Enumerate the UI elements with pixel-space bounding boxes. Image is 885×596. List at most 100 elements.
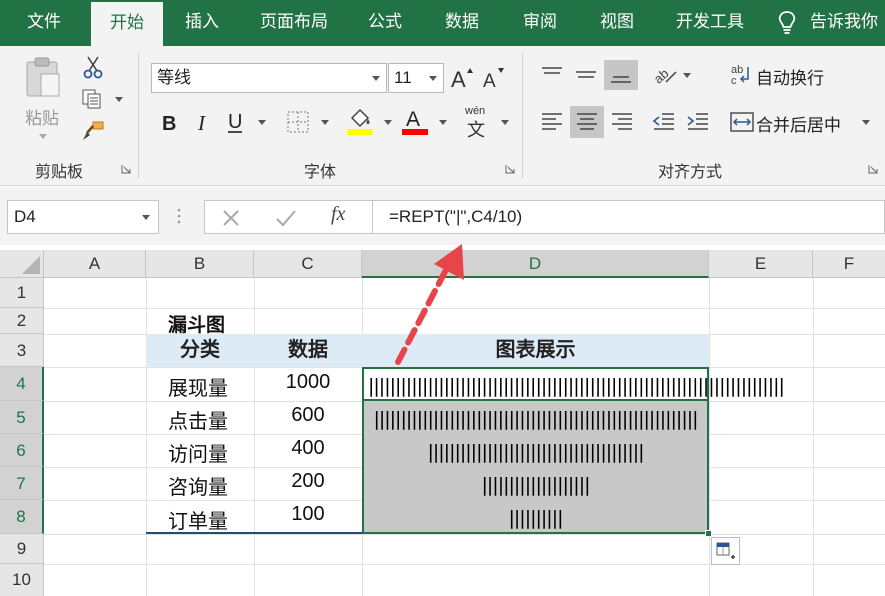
tab-page-layout[interactable]: 页面布局 <box>242 0 346 46</box>
increase-font-size-button[interactable]: A <box>449 63 475 93</box>
column-header-e[interactable]: E <box>709 250 813 278</box>
value-cell[interactable]: 100 <box>254 503 362 526</box>
copy-icon <box>82 89 101 109</box>
row-header-1[interactable]: 1 <box>0 278 44 308</box>
align-bottom-icon <box>611 76 631 83</box>
header-category[interactable]: 分类 <box>146 334 254 367</box>
row-header-2[interactable]: 2 <box>0 308 44 334</box>
increase-indent-icon <box>687 113 708 130</box>
row-header-7[interactable]: 7 <box>0 467 44 500</box>
row-header-5[interactable]: 5 <box>0 401 44 434</box>
dialog-launcher-icon[interactable] <box>121 164 131 174</box>
value-cell[interactable]: 1000 <box>254 371 362 394</box>
quick-analysis-button[interactable] <box>711 537 740 565</box>
column-header-b[interactable]: B <box>146 250 254 278</box>
borders-button[interactable] <box>284 107 332 137</box>
value-cell[interactable]: 600 <box>254 404 362 427</box>
increase-indent-button[interactable] <box>682 106 714 138</box>
gridline <box>44 534 885 535</box>
decrease-font-size-button[interactable]: A <box>481 63 507 93</box>
gridline <box>44 564 885 565</box>
copy-button[interactable] <box>79 86 125 112</box>
tab-home[interactable]: 开始 <box>91 2 163 46</box>
paste-button[interactable]: 粘贴 <box>14 54 72 150</box>
funnel-bar-cell[interactable]: |||||||||| <box>362 506 709 530</box>
dialog-launcher-icon[interactable] <box>505 164 515 174</box>
fill-color-button[interactable] <box>345 105 395 139</box>
svg-text:ab: ab <box>652 66 671 86</box>
column-header-f[interactable]: F <box>813 250 885 278</box>
align-top-button[interactable] <box>536 60 568 90</box>
formula-input[interactable]: =REPT("|",C4/10) <box>372 200 885 234</box>
font-size-value: 11 <box>394 68 412 87</box>
tab-data[interactable]: 数据 <box>426 0 498 46</box>
row-header-3[interactable]: 3 <box>0 334 44 367</box>
row-header-4[interactable]: 4 <box>0 367 44 401</box>
value-cell[interactable]: 400 <box>254 437 362 460</box>
fill-handle[interactable] <box>705 530 712 537</box>
align-center-button[interactable] <box>570 106 604 138</box>
ribbon-home: 粘贴 剪贴板 等线 11 A A B I U A wén 文 字体 ab ab … <box>0 46 885 186</box>
tell-me-search[interactable]: 告诉我你 <box>776 0 885 46</box>
chevron-down-icon <box>142 215 150 220</box>
align-right-button[interactable] <box>606 106 638 138</box>
align-middle-icon <box>576 71 596 78</box>
category-cell[interactable]: 展现量 <box>168 372 228 401</box>
row-header-6[interactable]: 6 <box>0 434 44 467</box>
underline-button[interactable]: U <box>222 107 268 137</box>
tab-formulas[interactable]: 公式 <box>350 0 420 46</box>
format-painter-button[interactable] <box>79 118 107 144</box>
wrap-text-label: 自动换行 <box>756 69 824 88</box>
merge-center-label: 合并后居中 <box>756 116 841 135</box>
decrease-indent-button[interactable] <box>648 106 680 138</box>
table-bottom-border <box>146 532 362 534</box>
category-cell[interactable]: 咨询量 <box>168 471 228 500</box>
merge-center-button[interactable]: 合并后居中 <box>728 106 876 138</box>
category-cell[interactable]: 访问量 <box>168 438 228 467</box>
paste-label: 粘贴 <box>25 109 59 128</box>
funnel-bar-cell[interactable]: |||||||||||||||||||| <box>362 473 709 497</box>
font-size-select[interactable]: 11 <box>388 63 444 93</box>
wrap-text-button[interactable]: ab c 自动换行 <box>728 60 838 90</box>
dialog-launcher-icon[interactable] <box>868 164 878 174</box>
bold-button[interactable]: B <box>156 107 182 137</box>
align-top-icon <box>542 67 562 74</box>
tab-review[interactable]: 审阅 <box>504 0 576 46</box>
chevron-down-icon <box>429 76 437 81</box>
orientation-button[interactable]: ab <box>650 60 696 90</box>
funnel-bar-cell[interactable]: |||||||||||||||||||||||||||||||||||||||| <box>362 440 709 464</box>
enter-check-icon[interactable] <box>275 208 297 228</box>
header-data[interactable]: 数据 <box>254 334 362 367</box>
value-cell[interactable]: 200 <box>254 470 362 493</box>
phonetic-guide-button[interactable]: wén 文 <box>459 103 515 141</box>
funnel-bar-cell[interactable]: ||||||||||||||||||||||||||||||||||||||||… <box>368 374 785 398</box>
tab-insert[interactable]: 插入 <box>166 0 238 46</box>
align-left-button[interactable] <box>536 106 568 138</box>
tab-view[interactable]: 视图 <box>582 0 652 46</box>
align-middle-button[interactable] <box>570 60 602 90</box>
row-header-9[interactable]: 9 <box>0 534 44 564</box>
drag-handle-icon[interactable] <box>176 207 182 227</box>
italic-button[interactable]: I <box>190 107 216 137</box>
chevron-down-icon <box>384 120 392 125</box>
tab-developer[interactable]: 开发工具 <box>658 0 762 46</box>
row-header-10[interactable]: 10 <box>0 564 44 596</box>
insert-function-button[interactable]: fx <box>331 203 345 226</box>
sheet-title-cell[interactable]: 漏斗图 <box>168 310 225 337</box>
cancel-x-icon[interactable] <box>221 208 241 228</box>
cut-button[interactable] <box>79 54 107 80</box>
italic-icon: I <box>197 111 206 134</box>
category-cell[interactable]: 点击量 <box>168 405 228 434</box>
tab-file[interactable]: 文件 <box>0 0 88 46</box>
font-color-button[interactable]: A <box>400 105 450 139</box>
name-box[interactable]: D4 <box>7 200 159 234</box>
funnel-bar-cell[interactable]: ||||||||||||||||||||||||||||||||||||||||… <box>362 407 709 431</box>
font-name-select[interactable]: 等线 <box>151 63 387 93</box>
column-header-c[interactable]: C <box>254 250 362 278</box>
category-cell[interactable]: 订单量 <box>168 505 228 534</box>
chevron-down-icon <box>439 120 447 125</box>
select-all-corner[interactable] <box>0 250 44 278</box>
align-bottom-button[interactable] <box>604 60 638 90</box>
column-header-a[interactable]: A <box>44 250 146 278</box>
row-header-8[interactable]: 8 <box>0 500 44 534</box>
